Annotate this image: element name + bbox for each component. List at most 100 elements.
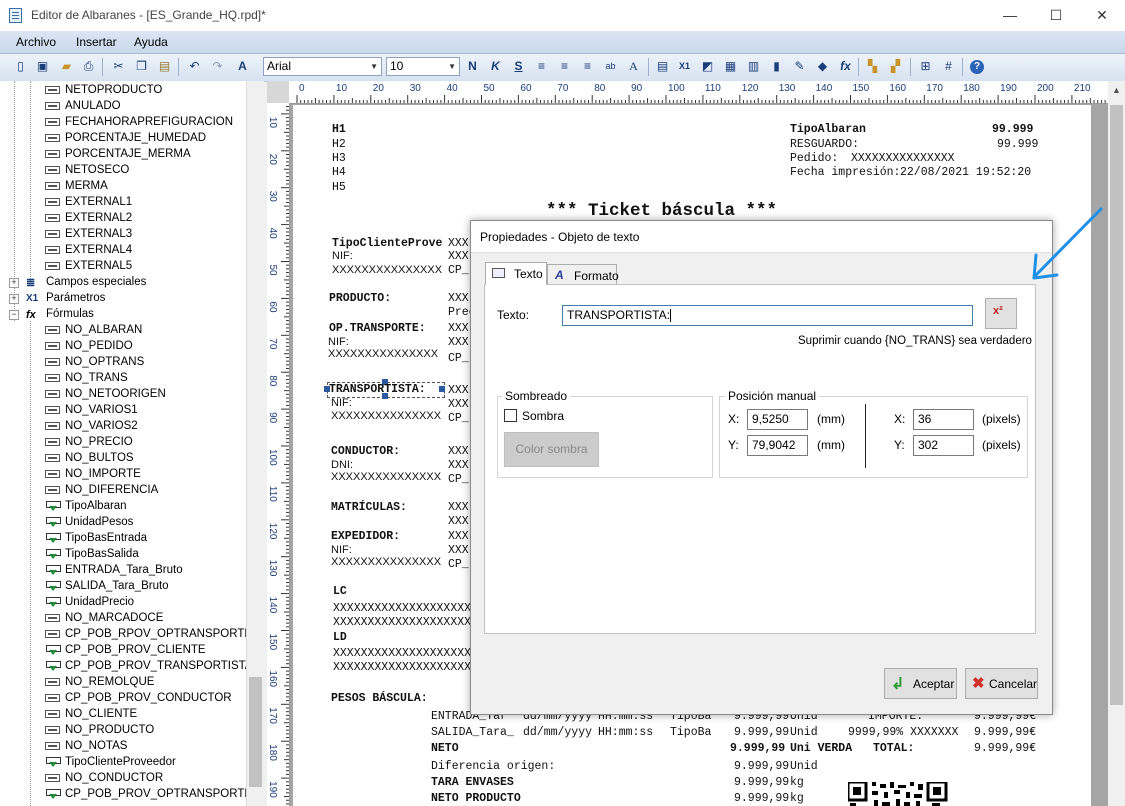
grid-icon[interactable]: # — [940, 58, 957, 75]
underline-icon[interactable]: S — [510, 58, 527, 75]
tree-item[interactable]: NO_TRANS — [0, 370, 240, 386]
print-icon[interactable]: ⎙ — [80, 58, 97, 75]
report-salida[interactable]: SALIDA_Tara_ — [431, 726, 514, 739]
report-lc[interactable]: LC — [333, 585, 347, 598]
tree-item[interactable]: NO_REMOLQUE — [0, 674, 240, 690]
insert-text-icon[interactable]: ▤ — [654, 58, 671, 75]
tree-item[interactable]: UnidadPesos — [0, 514, 240, 530]
align-left-icon[interactable]: ≡ — [533, 58, 550, 75]
new-icon[interactable]: ▯ — [12, 58, 29, 75]
bring-front-icon[interactable]: ▚ — [864, 58, 881, 75]
x-mm-input[interactable]: 9,5250 — [747, 409, 808, 430]
tree-item[interactable]: NO_PEDIDO — [0, 338, 240, 354]
report-unid-verda[interactable]: Uni VERDA — [790, 742, 852, 755]
align-center-icon[interactable]: ≡ — [556, 58, 573, 75]
tree-item[interactable]: NO_DIFERENCIA — [0, 482, 240, 498]
y-px-input[interactable]: 302 — [913, 435, 974, 456]
report-h2[interactable]: H2 — [332, 138, 346, 151]
formula-editor-button[interactable]: x² — [985, 298, 1017, 329]
report-matriculas[interactable]: MATRÍCULAS: — [331, 501, 407, 514]
tree-item[interactable]: EXTERNAL5 — [0, 258, 240, 274]
collapse-icon[interactable]: − — [9, 310, 19, 320]
report-pedido-val[interactable]: XXXXXXXXXXXXXXX — [851, 152, 955, 165]
help-icon[interactable]: ? — [970, 60, 984, 74]
insert-chart-icon[interactable]: ▥ — [745, 58, 762, 75]
font-size-select[interactable]: 10 ▼ — [386, 57, 460, 76]
report-xxx[interactable]: XXX — [448, 445, 469, 458]
open-icon[interactable]: ▰ — [58, 58, 75, 75]
tree-group-campos-especiales[interactable]: + ≣ Campos especiales — [0, 274, 240, 290]
report-nif[interactable]: NIF: — [331, 544, 352, 556]
report-cp[interactable]: CP_ — [448, 264, 469, 277]
snap-icon[interactable]: ⊞ — [917, 58, 934, 75]
undo-icon[interactable]: ↶ — [186, 58, 203, 75]
maximize-button[interactable]: ☐ — [1033, 0, 1079, 31]
aceptar-button[interactable]: ↲ Aceptar — [884, 668, 957, 699]
tree-item[interactable]: NO_IMPORTE — [0, 466, 240, 482]
report-xlong[interactable]: XXXXXXXXXXXXXXX — [331, 410, 441, 422]
send-back-icon[interactable]: ▞ — [887, 58, 904, 75]
report-num[interactable]: 9.999,99 — [734, 776, 789, 789]
tree-item[interactable]: ENTRADA_Tara_Bruto — [0, 562, 240, 578]
tree-item[interactable]: PORCENTAJE_MERMA — [0, 146, 240, 162]
insert-field-icon[interactable]: X1 — [676, 58, 693, 75]
tree-item[interactable]: CP_POB_PROV_OPTRANSPORTE — [0, 786, 246, 802]
report-xxx[interactable]: XXX — [448, 515, 469, 528]
report-neto-producto[interactable]: NETO PRODUCTO — [431, 792, 521, 805]
cut-icon[interactable]: ✂ — [110, 58, 127, 75]
report-xxx[interactable]: XXX — [448, 398, 469, 411]
tab-texto[interactable]: Texto — [485, 262, 547, 285]
qr-code-image[interactable] — [848, 782, 948, 806]
tree-item[interactable]: TipoBasEntrada — [0, 530, 240, 546]
report-numeur[interactable]: 9.999,99€ — [974, 726, 1036, 739]
report-fecha-impresion[interactable]: Fecha impresión: — [790, 166, 900, 179]
report-h1[interactable]: H1 — [332, 123, 346, 136]
report-resguardo[interactable]: RESGUARDO: — [790, 138, 859, 151]
report-num[interactable]: 9.999,99 — [734, 726, 789, 739]
report-cp[interactable]: CP_ — [448, 352, 469, 365]
scrollbar-thumb[interactable] — [249, 677, 262, 787]
tree-item[interactable]: FECHAHORAPREFIGURACION — [0, 114, 240, 130]
tab-formato[interactable]: A Formato — [547, 264, 619, 285]
report-cp[interactable]: CP_ — [448, 412, 469, 425]
font-color-icon[interactable]: A — [625, 58, 642, 75]
report-num[interactable]: 9.999,99 — [730, 742, 785, 755]
report-xxx[interactable]: XXX — [448, 384, 469, 397]
report-cp[interactable]: CP_ — [448, 558, 469, 571]
tree-scrollbar[interactable] — [246, 81, 264, 806]
report-nif[interactable]: NIF: — [331, 397, 352, 409]
insert-formula-icon[interactable]: ◩ — [699, 58, 716, 75]
scrollbar-thumb[interactable] — [1110, 105, 1123, 705]
report-h4[interactable]: H4 — [332, 166, 346, 179]
tree-item[interactable]: ANULADO — [0, 98, 240, 114]
report-kg[interactable]: kg — [790, 776, 804, 789]
tree-item[interactable]: NO_PRECIO — [0, 434, 240, 450]
tree-item[interactable]: NO_VARIOS1 — [0, 402, 240, 418]
report-xlong[interactable]: XXXXXXXXXXXXXXX — [331, 471, 441, 483]
pen-icon[interactable]: ✎ — [791, 58, 808, 75]
copy-icon[interactable]: ❐ — [133, 58, 150, 75]
report-unid[interactable]: Unid — [790, 760, 818, 773]
report-h5[interactable]: H5 — [332, 181, 346, 194]
tree-item[interactable]: NETOSECO — [0, 162, 240, 178]
tree-item[interactable]: EXTERNAL1 — [0, 194, 240, 210]
report-num[interactable]: 9.999,99 — [734, 792, 789, 805]
tree-item[interactable]: NO_MARCADOCE — [0, 610, 240, 626]
report-total[interactable]: TOTAL: — [873, 742, 914, 755]
report-xxx[interactable]: XXX — [448, 322, 469, 335]
expand-icon[interactable]: + — [9, 278, 19, 288]
report-xxx[interactable]: XXX — [448, 530, 469, 543]
report-timefmt[interactable]: HH:mm:ss — [598, 726, 653, 739]
tree-item[interactable]: SALIDA_Tara_Bruto — [0, 578, 240, 594]
menu-archivo[interactable]: Archivo — [16, 35, 56, 49]
report-xxx[interactable]: XXX — [448, 336, 469, 349]
report-unid[interactable]: Unid — [790, 726, 818, 739]
report-xlong[interactable]: XXXXXXXXXXXXXXX — [328, 348, 438, 360]
report-xxx[interactable]: XXX — [448, 544, 469, 557]
report-xxx[interactable]: XXX — [448, 292, 469, 305]
tree-item[interactable]: TipoClienteProveedor — [0, 754, 240, 770]
tree-item[interactable]: NO_NETOORIGEN — [0, 386, 240, 402]
sombra-checkbox[interactable] — [504, 409, 517, 422]
report-tipo-albaran-num[interactable]: 99.999 — [992, 123, 1033, 136]
tree-group-formulas[interactable]: − fx Fórmulas — [0, 306, 240, 322]
